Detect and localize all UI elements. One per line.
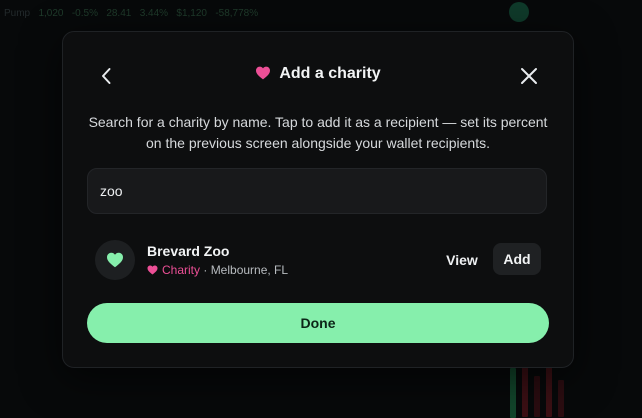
background-candle	[534, 376, 540, 417]
charity-avatar	[95, 240, 135, 280]
background-candle	[522, 360, 528, 417]
add-charity-modal: Add a charity Search for a charity by na…	[62, 31, 574, 368]
background-ticker-value: 1,020	[38, 8, 64, 19]
background-ticker-prefix: Pump	[4, 8, 31, 19]
add-charity-button[interactable]: Add	[493, 243, 541, 275]
view-charity-button[interactable]: View	[439, 244, 485, 276]
background-ticker-value: -0.5%	[71, 8, 98, 19]
charity-name: Brevard Zoo	[147, 243, 230, 259]
background-candle	[558, 380, 564, 417]
background-ticker-value: -58,778%	[215, 8, 259, 19]
background-ticker-value: 3.44%	[139, 8, 169, 19]
heart-icon	[255, 66, 271, 85]
background-candle	[510, 368, 516, 418]
charity-search-input[interactable]	[87, 168, 547, 214]
charity-result-row[interactable]: Brevard Zoo Charity · Melbourne, FL View…	[95, 240, 543, 280]
modal-header: Add a charity	[63, 32, 573, 120]
done-button[interactable]: Done	[87, 303, 549, 343]
background-ticker-value: 28.41	[106, 8, 132, 19]
background-ticker-value: $1,120	[176, 8, 207, 19]
charity-location: · Melbourne, FL	[203, 263, 289, 277]
charity-category: Charity	[162, 263, 201, 277]
background-ticker-bar: Pump 1,020 -0.5% 28.41 3.44% $1,120 -58,…	[0, 0, 642, 28]
charity-meta: Charity · Melbourne, FL	[147, 263, 288, 278]
heart-icon	[107, 252, 123, 268]
modal-description: Search for a charity by name. Tap to add…	[88, 114, 548, 151]
close-button[interactable]	[517, 64, 541, 88]
background-candle	[546, 364, 552, 417]
modal-title: Add a charity	[279, 65, 381, 82]
background-status-dot	[509, 2, 529, 22]
heart-icon	[147, 264, 158, 278]
modal-title-wrap: Add a charity	[63, 65, 573, 85]
close-icon	[521, 68, 537, 84]
